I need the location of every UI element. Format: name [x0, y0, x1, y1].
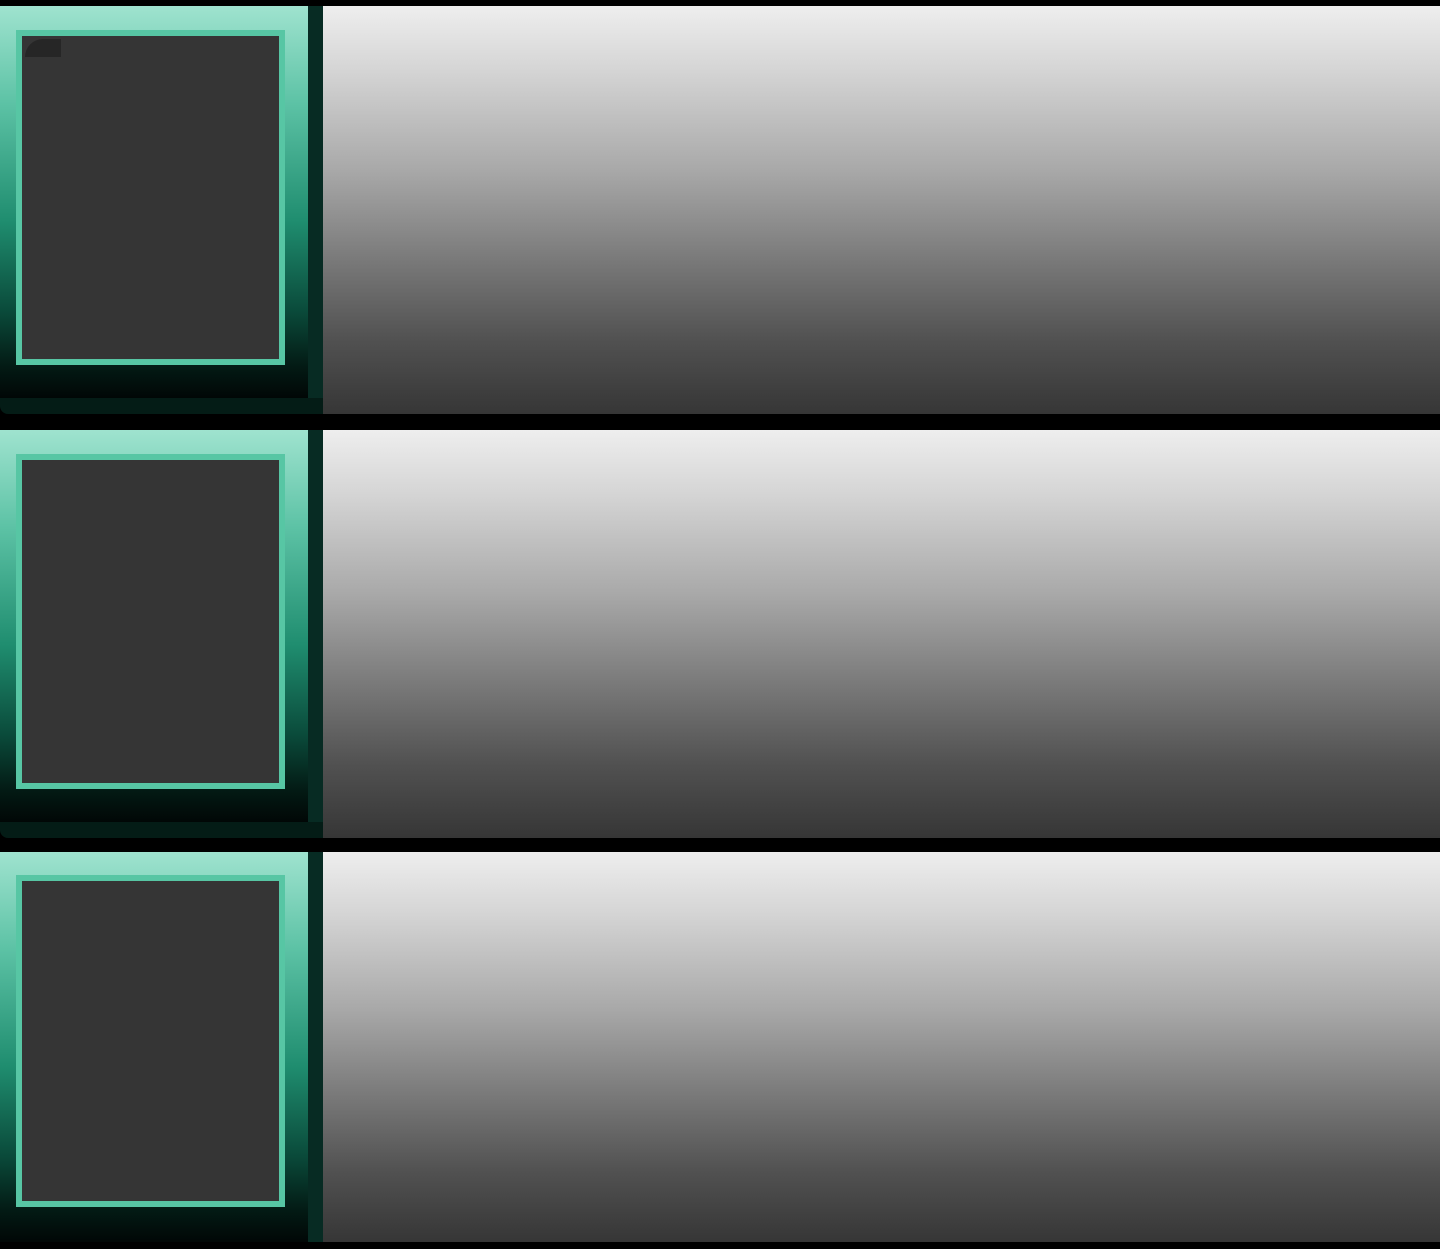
thumbnail-edge	[308, 430, 323, 838]
image-placeholder	[16, 30, 285, 365]
thumbnail-frame[interactable]	[0, 852, 308, 1242]
list-item[interactable]	[0, 430, 1440, 838]
thumbnail-shadow	[0, 398, 323, 414]
loading-arc-icon	[25, 39, 61, 57]
item-list	[0, 0, 1440, 1249]
thumbnail-shadow	[0, 822, 323, 838]
list-item[interactable]	[0, 852, 1440, 1242]
thumbnail-edge	[308, 852, 323, 1242]
thumbnail-frame[interactable]	[0, 430, 308, 822]
list-item[interactable]	[0, 6, 1440, 414]
image-placeholder	[16, 875, 285, 1207]
item-content-band[interactable]	[323, 430, 1440, 838]
item-content-band[interactable]	[323, 852, 1440, 1242]
thumbnail-frame[interactable]	[0, 6, 308, 398]
item-content-band[interactable]	[323, 6, 1440, 414]
image-placeholder	[16, 454, 285, 789]
thumbnail-edge	[308, 6, 323, 414]
